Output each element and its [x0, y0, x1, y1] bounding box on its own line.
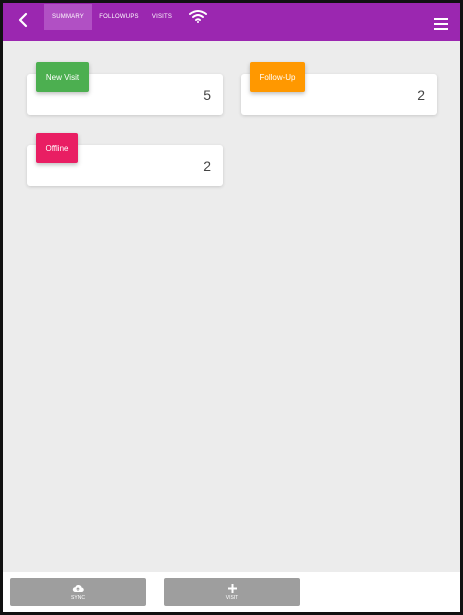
plus-icon — [227, 583, 237, 593]
tab-summary-label: SUMMARY — [52, 14, 84, 20]
follow-up-count: 2 — [417, 87, 425, 103]
wifi-icon — [189, 10, 207, 23]
new-visit-label: New Visit — [45, 72, 80, 82]
bottom-bar: SYNC VISIT — [3, 572, 460, 612]
cloud-upload-icon — [72, 584, 84, 592]
app-window: SUMMARY FOLLOWUPS VISITS 5 New Visit 2 F… — [0, 0, 463, 615]
tab-summary[interactable]: SUMMARY — [44, 4, 92, 30]
tab-followups-label: FOLLOWUPS — [99, 14, 139, 20]
tab-followups[interactable]: FOLLOWUPS — [98, 4, 140, 30]
visit-button[interactable]: VISIT — [164, 578, 300, 606]
visit-label: VISIT — [225, 594, 239, 601]
offline-label: Offline — [45, 143, 69, 153]
follow-up-tag: Follow-Up — [250, 62, 305, 92]
tab-visits-label: VISITS — [151, 14, 173, 20]
sync-button[interactable]: SYNC — [10, 578, 146, 606]
sync-label: SYNC — [71, 594, 85, 601]
new-visit-count: 5 — [203, 87, 211, 103]
wifi-button[interactable] — [189, 9, 207, 23]
follow-up-label: Follow-Up — [259, 72, 296, 82]
chevron-left-icon — [18, 12, 28, 28]
offline-tag: Offline — [36, 133, 78, 163]
tab-visits[interactable]: VISITS — [150, 4, 174, 30]
back-button[interactable] — [12, 9, 34, 31]
offline-count: 2 — [203, 158, 211, 174]
new-visit-tag: New Visit — [36, 62, 89, 92]
hamburger-menu-icon — [434, 18, 448, 30]
app-bar: SUMMARY FOLLOWUPS VISITS — [3, 3, 460, 41]
menu-button[interactable] — [434, 17, 448, 30]
